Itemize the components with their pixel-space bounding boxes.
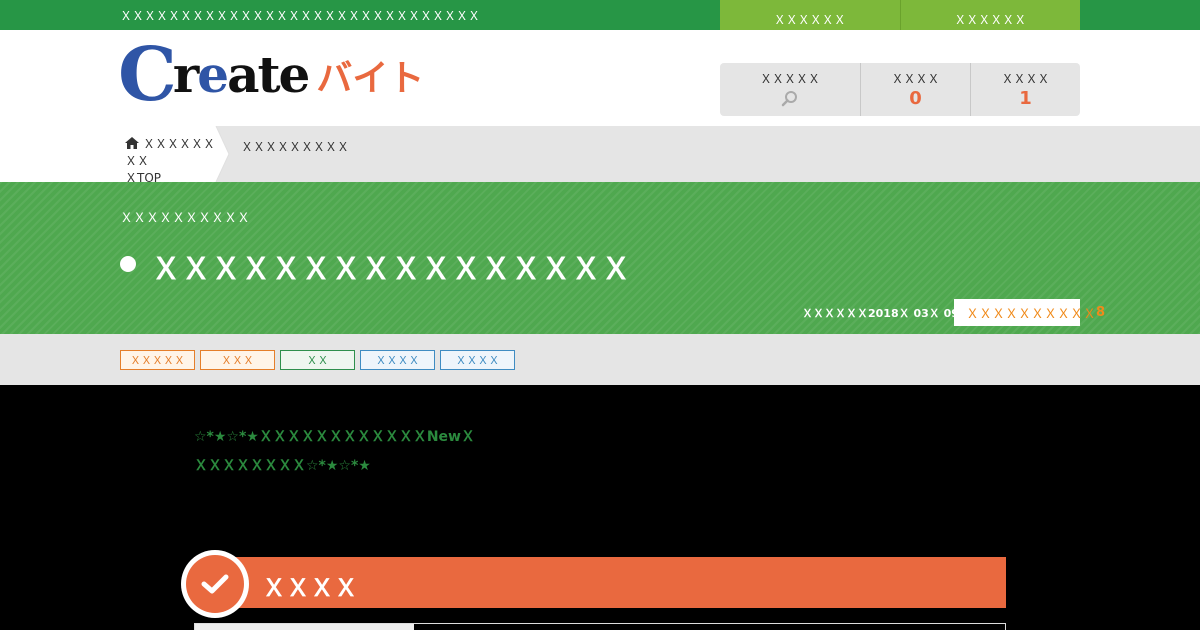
deadline-badge[interactable]: ＸＸＸＸＸＸＸＸＸＸ 8 xyxy=(954,299,1105,326)
search-icon xyxy=(781,91,797,107)
breadcrumb-home[interactable]: ＸＸＸＸＸＸＸＸ ＸTOP xyxy=(0,126,230,185)
deadline-label: ＸＸＸＸＸＸＸＸＸＸ xyxy=(966,307,1097,322)
logo-letter-e: e xyxy=(197,45,229,104)
stat-a-count: 0 xyxy=(909,88,922,109)
header: Create バイト ＸＸＸＸＸ ＸＸＸＸ 0 ＸＸＸＸ 1 xyxy=(0,30,1200,126)
deadline-days: 8 xyxy=(1096,305,1106,320)
stat-b-count: 1 xyxy=(1019,88,1032,109)
stat-b-button[interactable]: ＸＸＸＸ 1 xyxy=(970,63,1080,116)
tag-5[interactable]: ＸＸＸＸ xyxy=(440,350,515,370)
logo-subtitle: バイト xyxy=(316,58,425,99)
job-title: ＸＸＸＸＸＸＸＸＸＸＸＸＸＸＸＸ xyxy=(151,252,631,287)
tag-1[interactable]: ＸＸＸＸＸ xyxy=(120,350,195,370)
tag-4[interactable]: ＸＸＸＸ xyxy=(360,350,435,370)
site-tagline: ＸＸＸＸＸＸＸＸＸＸＸＸＸＸＸＸＸＸＸＸＸＸＸＸＸＸＸＸＸＸ xyxy=(120,9,481,23)
header-stats: ＸＸＸＸＸ ＸＸＸＸ 0 ＸＸＸＸ 1 xyxy=(720,63,1080,116)
search-label: ＸＸＸＸＸ xyxy=(759,72,820,86)
logo-letters-ate: ate xyxy=(227,45,310,104)
stat-a-button[interactable]: ＸＸＸＸ 0 xyxy=(860,63,970,116)
posted-date: ＸＸＸＸＸＸ2018Ｘ 03Ｘ 09Ｘ xyxy=(802,307,970,320)
job-company: ＸＸＸＸＸＸＸＸＸＸ xyxy=(120,211,251,226)
intro-line-1: ☆*★☆*★ＸＸＸＸＸＸＸＸＸＸＸＸNewＸ xyxy=(194,429,475,445)
section-badge xyxy=(181,550,249,618)
details-table-header-cell xyxy=(195,624,414,630)
title-bullet-icon xyxy=(120,256,136,272)
logo-letter-c: C xyxy=(118,32,177,118)
tag-2[interactable]: ＸＸＸ xyxy=(200,350,275,370)
breadcrumb: ＸＸＸＸＸＸＸＸ ＸTOP ＸＸＸＸＸＸＸＸＸ xyxy=(0,126,1200,185)
logo-letter-r: r xyxy=(172,45,199,104)
stat-a-label: ＸＸＸＸ xyxy=(891,72,940,86)
job-banner: ＸＸＸＸＸＸＸＸＸＸ ＸＸＸＸＸＸＸＸＸＸＸＸＸＸＸＸ ＸＸＸＸＸＸ2018Ｘ … xyxy=(0,182,1200,334)
breadcrumb-current: ＸＸＸＸＸＸＸＸＸ xyxy=(241,140,350,154)
check-icon xyxy=(201,574,229,594)
tag-3[interactable]: ＸＸ xyxy=(280,350,355,370)
site-logo[interactable]: Create バイト xyxy=(118,38,425,112)
home-icon xyxy=(125,137,139,149)
section-title: ＸＸＸＸ xyxy=(262,574,358,602)
intro-text: ☆*★☆*★ＸＸＸＸＸＸＸＸＸＸＸＸNewＸ ＸＸＸＸＸＸＸＸ☆*★☆*★ xyxy=(194,423,475,481)
stat-b-label: ＸＸＸＸ xyxy=(1001,72,1050,86)
intro-line-2: ＸＸＸＸＸＸＸＸ☆*★☆*★ xyxy=(194,458,371,474)
search-box-button[interactable]: ＸＸＸＸＸ xyxy=(720,63,860,116)
job-tags: ＸＸＸＸＸ ＸＸＸ ＸＸ ＸＸＸＸ ＸＸＸＸ xyxy=(0,334,1200,385)
